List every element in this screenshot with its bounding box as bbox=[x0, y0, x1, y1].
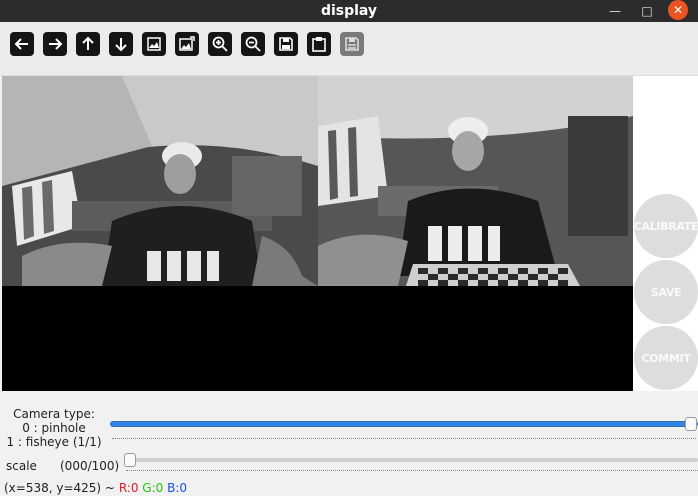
controls-panel: Camera type: 0 : pinhole 1 : fisheye (1/… bbox=[0, 391, 698, 496]
zoom-out-icon[interactable] bbox=[241, 32, 265, 56]
pan-up-icon[interactable] bbox=[76, 32, 100, 56]
side-button-panel: CALIBRATE SAVE COMMIT bbox=[633, 76, 698, 391]
save-image-icon[interactable] bbox=[274, 32, 298, 56]
title-bar: display — □ ✕ bbox=[0, 0, 698, 22]
camera-type-slider-handle[interactable] bbox=[685, 417, 697, 431]
zoom-original-icon[interactable] bbox=[175, 32, 199, 56]
scale-label: scale bbox=[6, 459, 37, 473]
pan-left-icon[interactable] bbox=[10, 32, 34, 56]
camera-type-label: Camera type: 0 : pinhole 1 : fisheye (1/… bbox=[0, 407, 108, 449]
pan-right-icon[interactable] bbox=[43, 32, 67, 56]
zoom-in-icon[interactable] bbox=[208, 32, 232, 56]
pan-down-icon[interactable] bbox=[109, 32, 133, 56]
window-title: display bbox=[320, 3, 378, 19]
pixel-green-value: G:0 bbox=[142, 481, 164, 495]
image-canvas[interactable] bbox=[2, 76, 633, 391]
close-button[interactable]: ✕ bbox=[668, 0, 688, 20]
camera-type-label-line1: Camera type: bbox=[13, 407, 95, 421]
scale-slider-track[interactable] bbox=[124, 458, 698, 462]
display-window: display — □ ✕ CALIBRATE SAVE COMMIT Came… bbox=[0, 0, 698, 496]
toolbar bbox=[0, 22, 698, 76]
scale-value: (000/100) bbox=[60, 459, 120, 473]
calibrate-button[interactable]: CALIBRATE bbox=[634, 194, 698, 258]
camera-image-right bbox=[318, 76, 633, 286]
save-button[interactable]: SAVE bbox=[634, 260, 698, 324]
commit-button[interactable]: COMMIT bbox=[634, 326, 698, 390]
camera-type-slider-ticks bbox=[112, 437, 696, 439]
cursor-coords: (x=538, y=425) ~ bbox=[4, 481, 115, 495]
pixel-red-value: R:0 bbox=[118, 481, 139, 495]
properties-icon[interactable] bbox=[340, 32, 364, 56]
status-bar: (x=538, y=425) ~ R:0 G:0 B:0 bbox=[4, 481, 187, 495]
camera-type-label-line2: 0 : pinhole bbox=[22, 421, 86, 435]
scale-slider-handle[interactable] bbox=[124, 453, 136, 467]
zoom-fit-icon[interactable] bbox=[142, 32, 166, 56]
copy-clipboard-icon[interactable] bbox=[307, 32, 331, 56]
camera-image-left bbox=[2, 76, 318, 286]
camera-type-label-line3: 1 : fisheye (1/1) bbox=[6, 435, 102, 449]
maximize-button[interactable]: □ bbox=[636, 0, 658, 22]
camera-type-slider-track[interactable] bbox=[110, 421, 698, 427]
minimize-button[interactable]: — bbox=[604, 0, 626, 22]
scale-slider-ticks bbox=[126, 469, 698, 471]
pixel-blue-value: B:0 bbox=[167, 481, 188, 495]
